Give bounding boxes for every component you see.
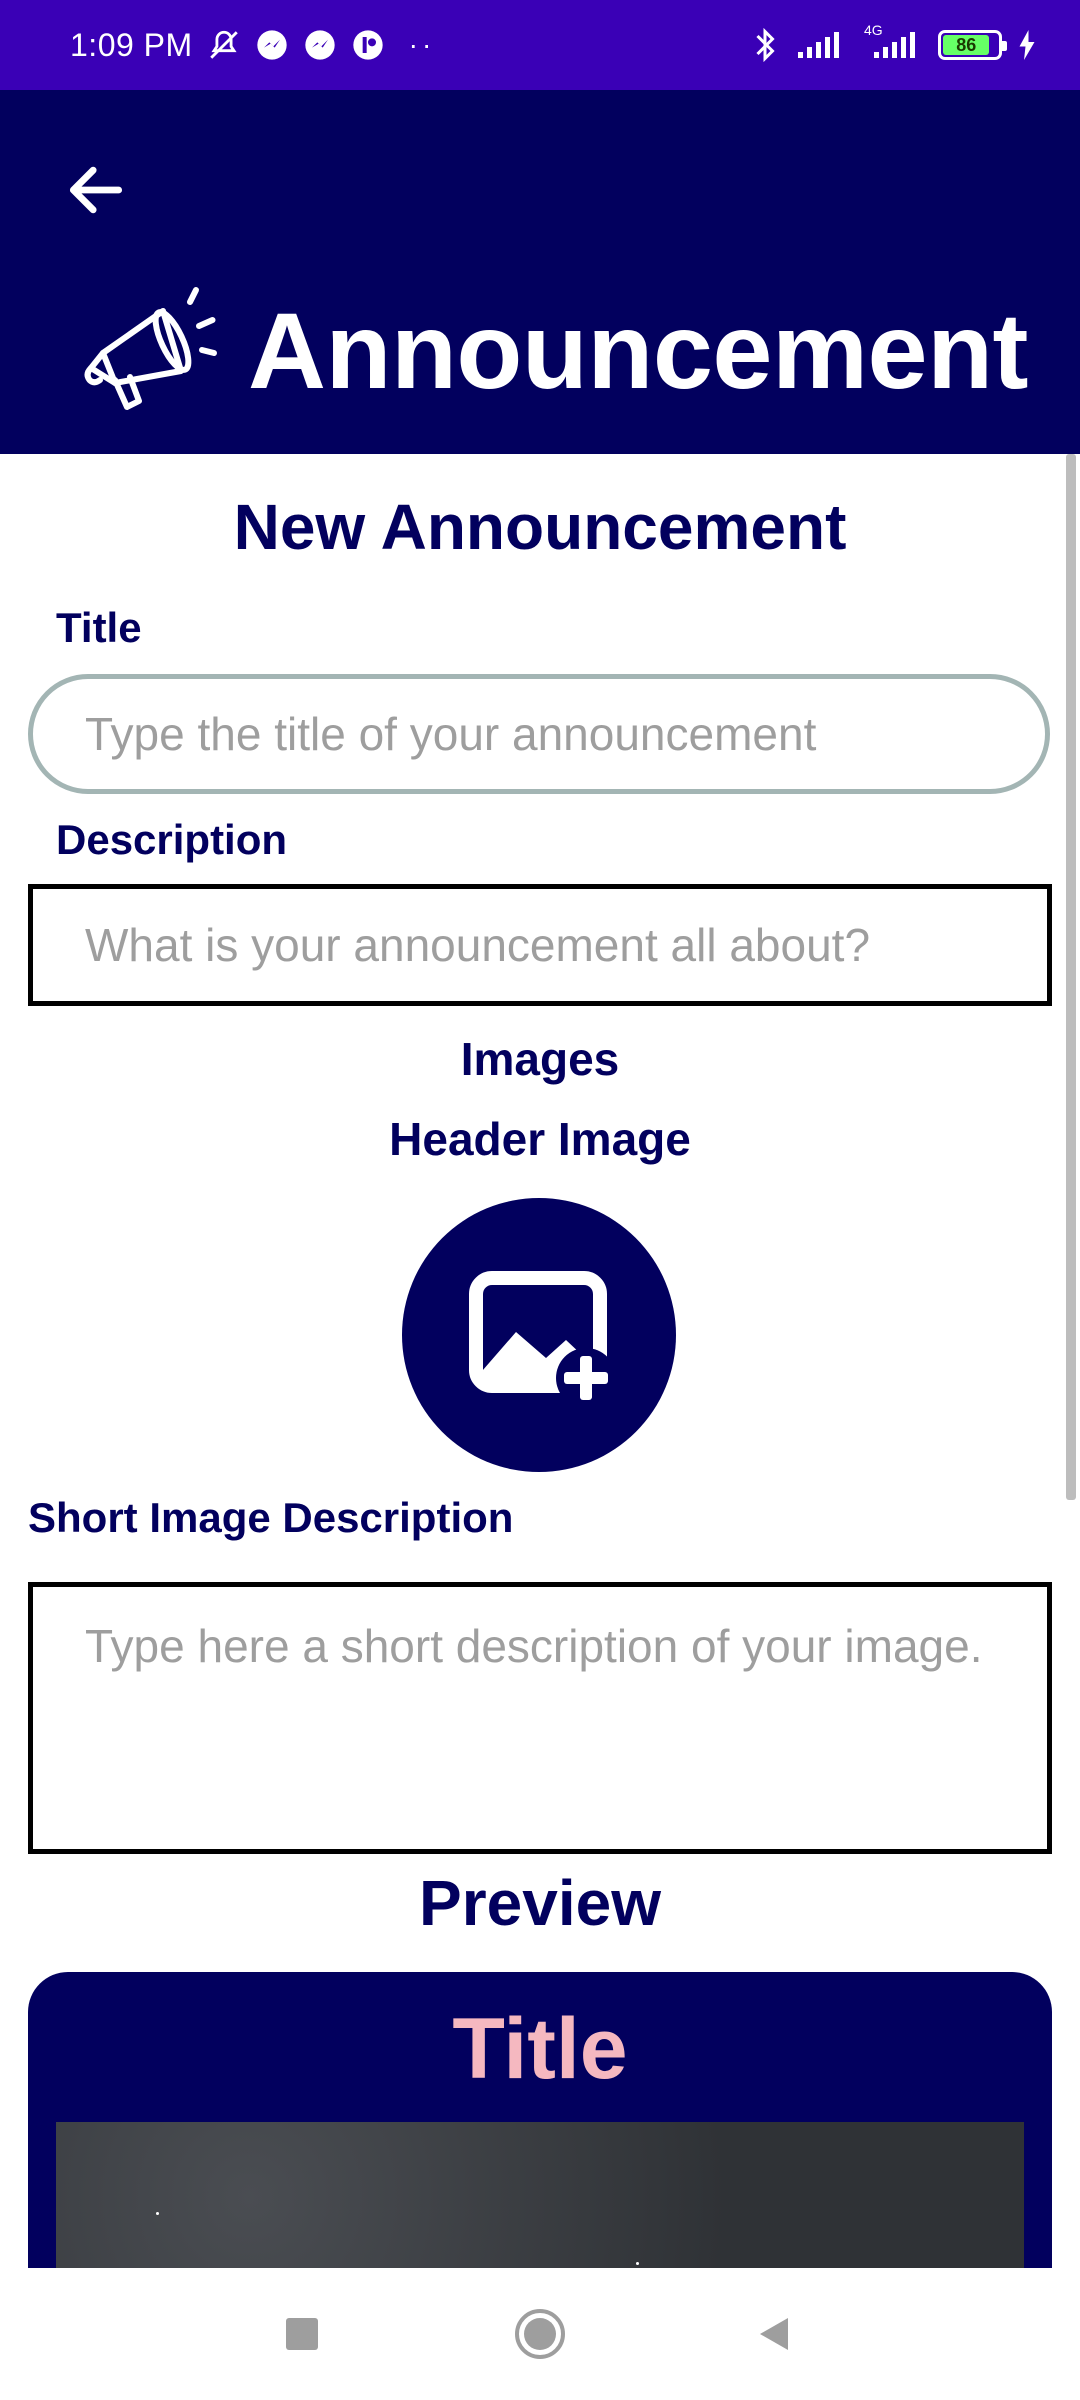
header-title: Announcement (248, 289, 1029, 411)
images-label: Images (460, 1033, 620, 1085)
short-image-description-placeholder: Type here a short description of your im… (85, 1620, 983, 1672)
battery-level: 86 (956, 34, 977, 55)
glitter-speck (156, 2212, 159, 2215)
back-button[interactable] (56, 150, 136, 230)
announcement-screen: 1:09 PM ·· 4G 86 Announcement New Announ… (0, 0, 1080, 2400)
header-title-row: Announcement (76, 275, 1029, 425)
network-type-label: 4G (864, 22, 883, 38)
charging-icon (1016, 28, 1038, 62)
status-time: 1:09 PM (70, 26, 193, 63)
silent-bell-icon (207, 28, 241, 62)
title-input-placeholder: Type the title of your announcement (85, 708, 817, 760)
signal-icon (796, 28, 846, 62)
messenger-icon-2 (303, 28, 337, 62)
battery-fill: 86 (943, 34, 990, 55)
title-label: Title (56, 604, 142, 651)
megaphone-icon (84, 287, 217, 410)
status-right: 4G 86 (748, 22, 1038, 63)
status-bar: 1:09 PM ·· 4G 86 (0, 0, 1080, 90)
app-header: Announcement (0, 90, 1080, 454)
description-input-placeholder: What is your announcement all about? (85, 919, 871, 971)
form-heading: New Announcement (233, 491, 847, 563)
short-image-description-input[interactable]: Type here a short description of your im… (28, 1582, 1052, 1854)
app-notification-icon (351, 28, 385, 62)
recents-button[interactable] (262, 2294, 342, 2374)
home-button[interactable] (500, 2294, 580, 2374)
square-icon (286, 2318, 318, 2350)
description-input[interactable]: What is your announcement all about? (28, 884, 1052, 1006)
preview-label: Preview (419, 1867, 661, 1939)
glitter-speck (636, 2262, 639, 2265)
battery-indicator: 86 (938, 30, 1007, 60)
messenger-icon (255, 28, 289, 62)
status-left: 1:09 PM ·· (70, 27, 435, 64)
short-image-description-label: Short Image Description (28, 1494, 514, 1541)
more-notifications-dots: ·· (408, 29, 436, 60)
title-input[interactable]: Type the title of your announcement (28, 674, 1050, 794)
arrow-left-icon (69, 166, 123, 214)
preview-title: Title (452, 2001, 628, 2097)
header-image-label: Header Image (389, 1113, 691, 1165)
header-image-picker[interactable] (402, 1198, 676, 1472)
signal-4g-icon: 4G (860, 22, 924, 62)
triangle-back-icon (760, 2318, 788, 2350)
system-navigation-bar (0, 2268, 1080, 2400)
scrollbar[interactable] (1066, 454, 1076, 1500)
back-nav-button[interactable] (734, 2294, 814, 2374)
circle-icon (515, 2309, 565, 2359)
description-label: Description (56, 816, 288, 863)
add-image-icon (469, 1271, 616, 1408)
bluetooth-icon (748, 27, 782, 63)
